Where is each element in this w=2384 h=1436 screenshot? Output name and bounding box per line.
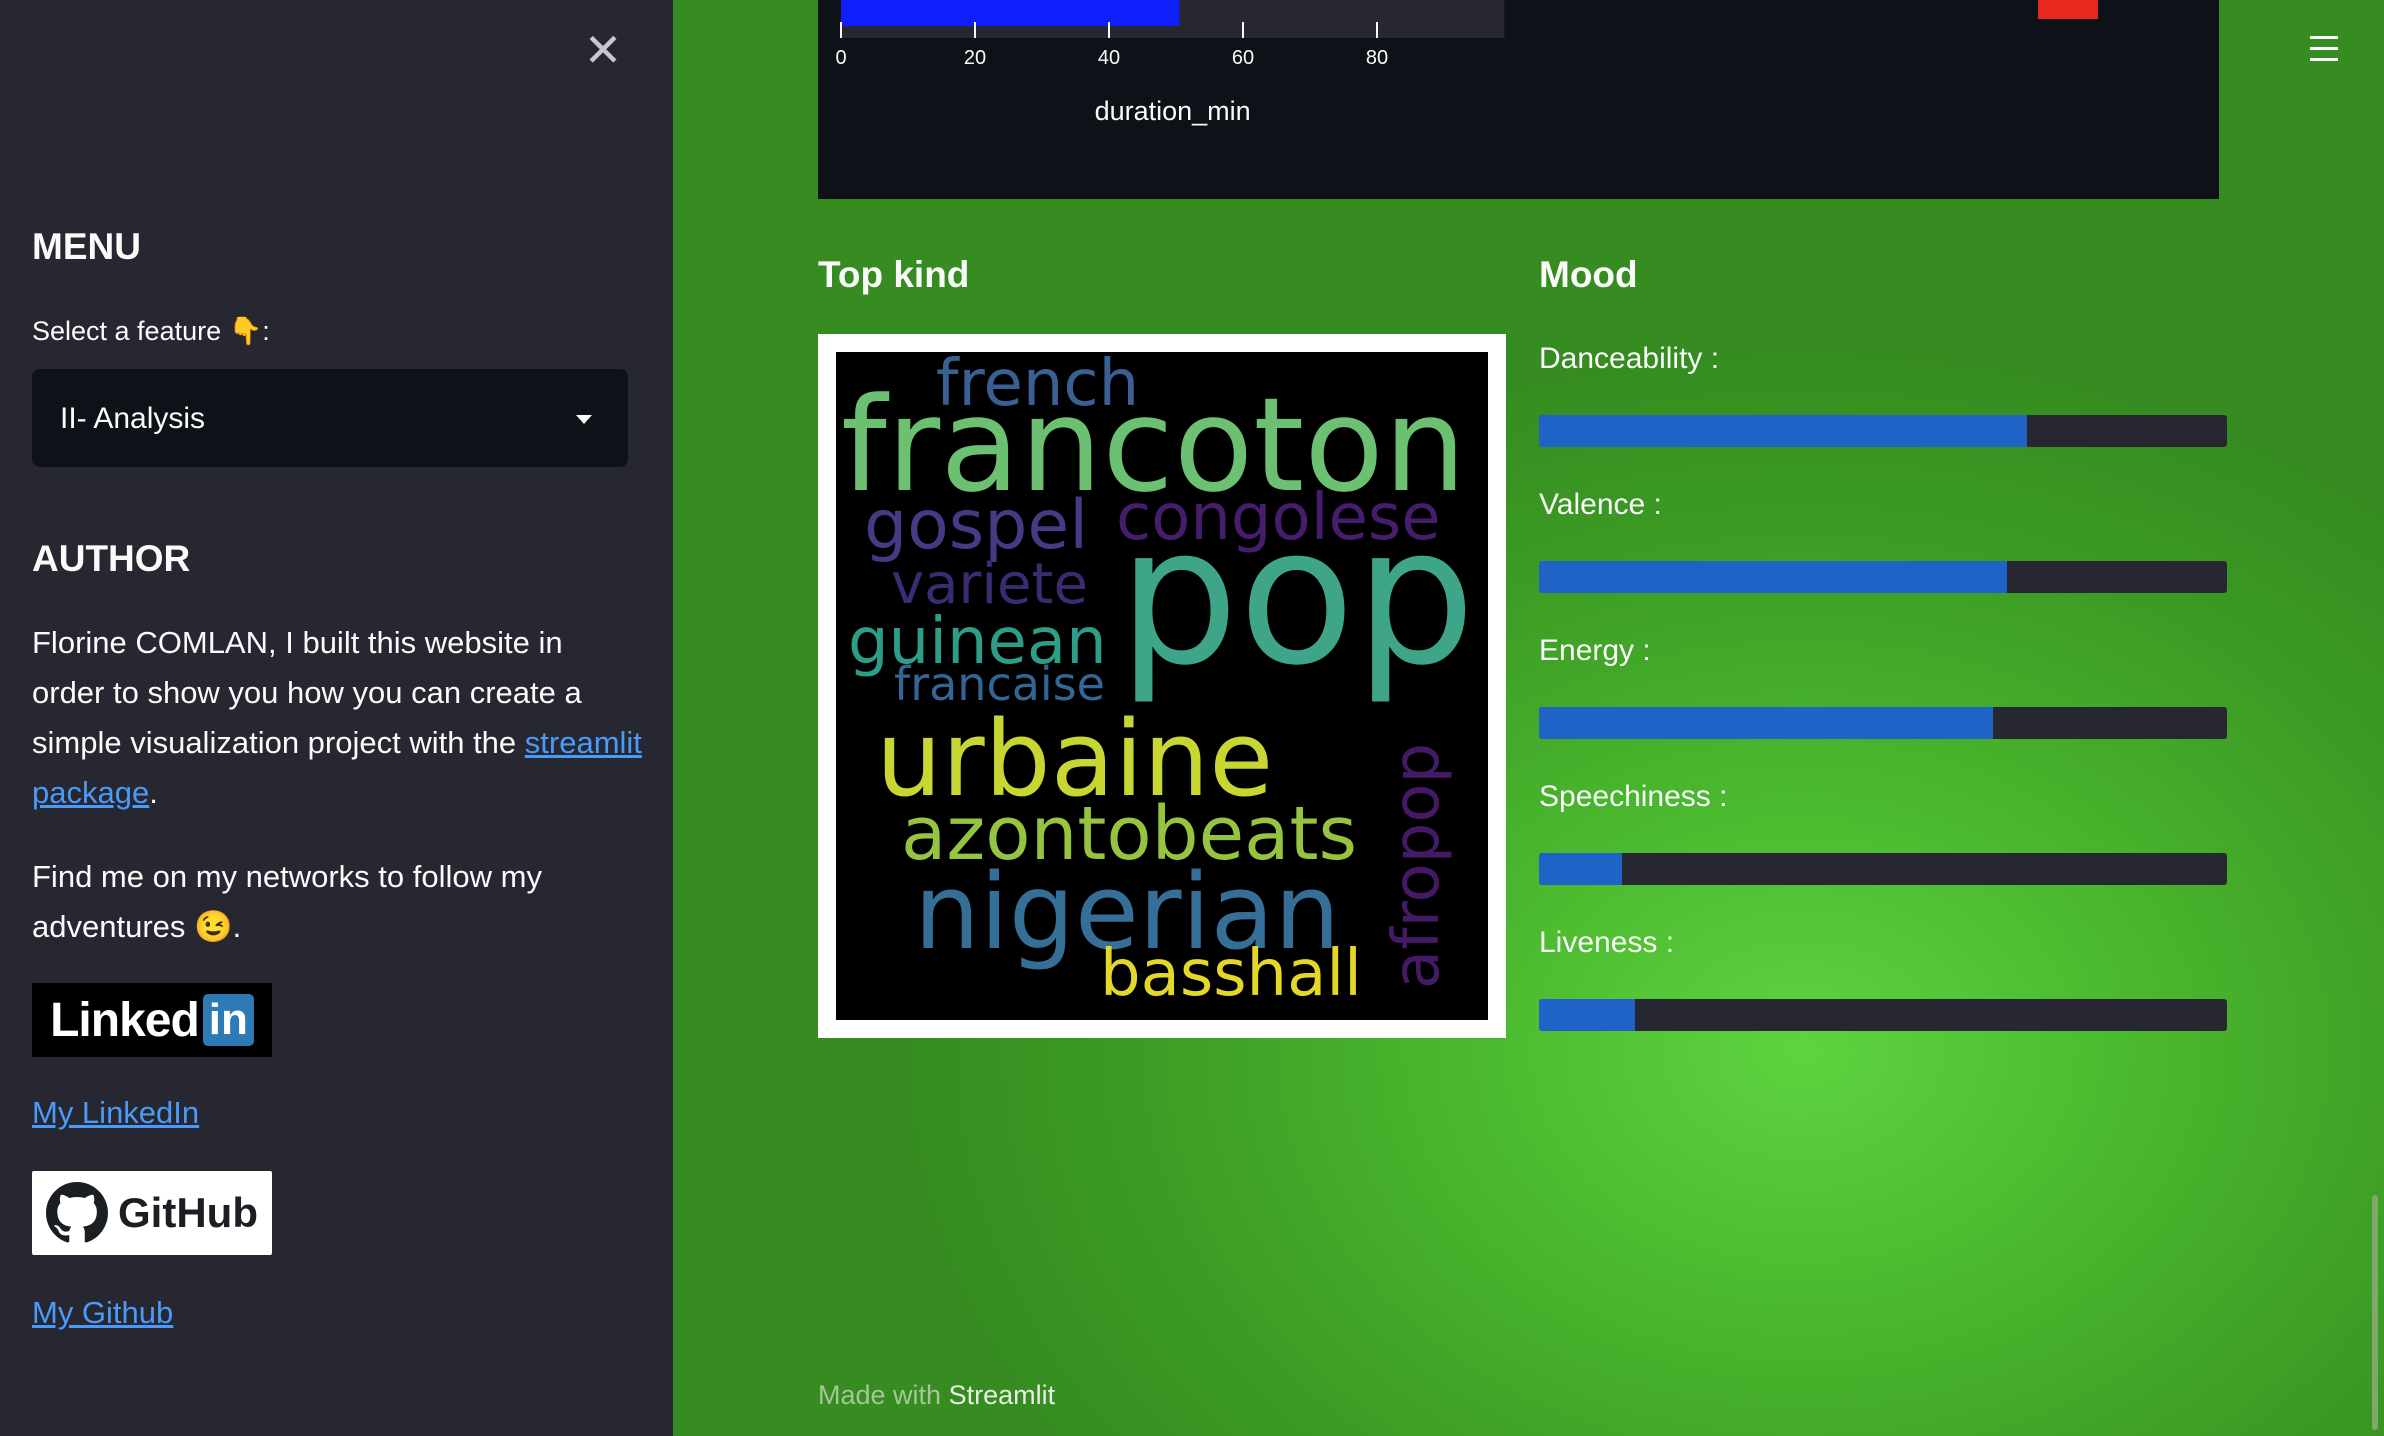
wordcloud-word: pop bbox=[1118, 486, 1476, 707]
mood-progress-bar bbox=[1539, 561, 2227, 593]
feature-select-value: II- Analysis bbox=[60, 402, 206, 435]
mood-progress-bar bbox=[1539, 415, 2227, 447]
mood-progress-fill bbox=[1539, 853, 1622, 885]
mood-progress-bar bbox=[1539, 707, 2227, 739]
chart-tick-label: 60 bbox=[1232, 47, 1254, 69]
select-feature-label: Select a feature 👇: bbox=[32, 316, 270, 346]
close-icon: ✕ bbox=[583, 24, 623, 76]
footer: Made with Streamlit bbox=[818, 1380, 1055, 1411]
duration-chart-svg: 0 20 40 60 80 duration_min bbox=[835, 0, 2098, 126]
wordcloud-word: gospel bbox=[864, 486, 1089, 565]
wordcloud-word: afropop bbox=[1380, 742, 1455, 990]
linkedin-logo-word: Linked bbox=[50, 993, 200, 1047]
sidebar: ✕ MENU Select a feature 👇: II- Analysis … bbox=[0, 0, 673, 1436]
chart-x-axis-label: duration_min bbox=[1095, 96, 1251, 126]
mood-progress-fill bbox=[1539, 415, 2028, 447]
mood-heading: Mood bbox=[1539, 254, 1638, 295]
scrollbar-thumb[interactable] bbox=[2372, 1195, 2378, 1430]
linkedin-logo-box: in bbox=[202, 994, 254, 1046]
duration-chart: 0 20 40 60 80 duration_min bbox=[818, 0, 2219, 199]
mood-label: Energy : bbox=[1539, 634, 1651, 667]
mood-label: Danceability : bbox=[1539, 342, 1720, 375]
footer-prefix: Made with bbox=[818, 1380, 949, 1410]
mood-progress-fill bbox=[1539, 707, 1994, 739]
wordcloud-image: french francoton gospel congolese variet… bbox=[818, 334, 1506, 1038]
mood-progress-fill bbox=[1539, 999, 1636, 1031]
hamburger-menu-button[interactable] bbox=[2310, 36, 2338, 69]
mood-label: Liveness : bbox=[1539, 926, 1675, 959]
chart-legend-swatch bbox=[2038, 0, 2098, 19]
mood-progress-bar bbox=[1539, 853, 2227, 885]
chart-tick-label: 40 bbox=[1098, 47, 1120, 69]
top-kind-heading: Top kind bbox=[818, 254, 970, 295]
my-github-link[interactable]: My Github bbox=[32, 1295, 173, 1331]
wordcloud-canvas: french francoton gospel congolese variet… bbox=[836, 352, 1488, 1020]
author-heading: AUTHOR bbox=[32, 538, 191, 579]
mood-progress-bar bbox=[1539, 999, 2227, 1031]
caret-down-icon bbox=[576, 415, 592, 424]
feature-select[interactable]: II- Analysis bbox=[32, 369, 628, 467]
mood-progress-fill bbox=[1539, 561, 2007, 593]
chart-bar bbox=[841, 0, 1180, 26]
my-linkedin-link[interactable]: My LinkedIn bbox=[32, 1095, 199, 1131]
menu-heading: MENU bbox=[32, 226, 141, 267]
author-paragraph: Florine COMLAN, I built this website in … bbox=[32, 618, 642, 818]
streamlit-footer-link[interactable]: Streamlit bbox=[949, 1380, 1056, 1410]
github-logo: GitHub bbox=[32, 1171, 272, 1255]
author-text: Florine COMLAN, I built this website in … bbox=[32, 625, 582, 760]
github-logo-word: GitHub bbox=[118, 1189, 258, 1236]
mood-label: Valence : bbox=[1539, 488, 1662, 521]
chart-tick-label: 0 bbox=[835, 47, 846, 69]
mood-label: Speechiness : bbox=[1539, 780, 1728, 813]
menu-icon bbox=[2310, 36, 2338, 61]
networks-paragraph: Find me on my networks to follow my adve… bbox=[32, 859, 542, 944]
author-text-end: . bbox=[149, 775, 158, 810]
github-octocat-icon bbox=[46, 1182, 109, 1243]
chart-tick-label: 20 bbox=[964, 47, 986, 69]
main-content: 0 20 40 60 80 duration_min Top kind Mood fren… bbox=[673, 0, 2384, 1436]
close-sidebar-button[interactable]: ✕ bbox=[583, 27, 623, 73]
chart-tick-label: 80 bbox=[1366, 47, 1388, 69]
wordcloud-word: basshall bbox=[1100, 937, 1362, 1011]
linkedin-logo: Linked in bbox=[32, 983, 272, 1057]
